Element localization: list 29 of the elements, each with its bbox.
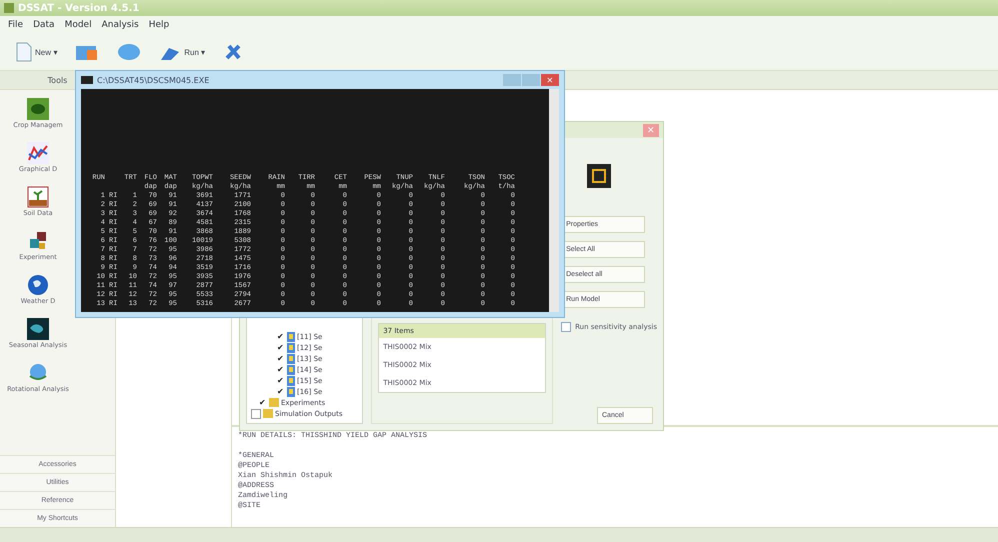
- tree-checkbox[interactable]: ✔: [277, 344, 285, 352]
- menu-item[interactable]: Model: [64, 20, 92, 30]
- blocks-icon: [27, 230, 49, 252]
- chip-icon: [587, 164, 612, 188]
- map-icon: [27, 318, 49, 340]
- plant-soil-icon: [27, 186, 49, 208]
- menu-item[interactable]: Analysis: [102, 20, 139, 30]
- tree-checkbox[interactable]: ✔: [277, 332, 285, 340]
- console-icon: [81, 76, 93, 84]
- close-button[interactable]: ✕: [541, 74, 559, 86]
- tree-checkbox[interactable]: ✔: [277, 354, 285, 362]
- tree-checkbox[interactable]: [251, 408, 261, 418]
- menu-item[interactable]: File: [8, 20, 24, 30]
- tree-checkbox[interactable]: ✔: [277, 388, 285, 396]
- tree-checkbox[interactable]: ✔: [277, 376, 285, 384]
- tree-checkbox[interactable]: ✔: [277, 366, 285, 374]
- app-icon: [4, 3, 14, 13]
- toolbar-button[interactable]: Run ▾: [157, 40, 208, 64]
- menu-item[interactable]: Help: [148, 20, 170, 30]
- globe-icon: [117, 42, 142, 62]
- menu-item[interactable]: Data: [33, 20, 55, 30]
- globe-icon: [27, 274, 49, 296]
- line-graph-icon: [27, 142, 49, 164]
- window-title: DSSAT - Version 4.5.1: [18, 2, 140, 14]
- toolbar-button[interactable]: New ▾: [14, 40, 60, 64]
- leaf-icon: [27, 98, 49, 120]
- checkbox[interactable]: [561, 322, 572, 332]
- document-icon: [16, 42, 32, 62]
- tree-checkbox[interactable]: ✔: [259, 398, 267, 406]
